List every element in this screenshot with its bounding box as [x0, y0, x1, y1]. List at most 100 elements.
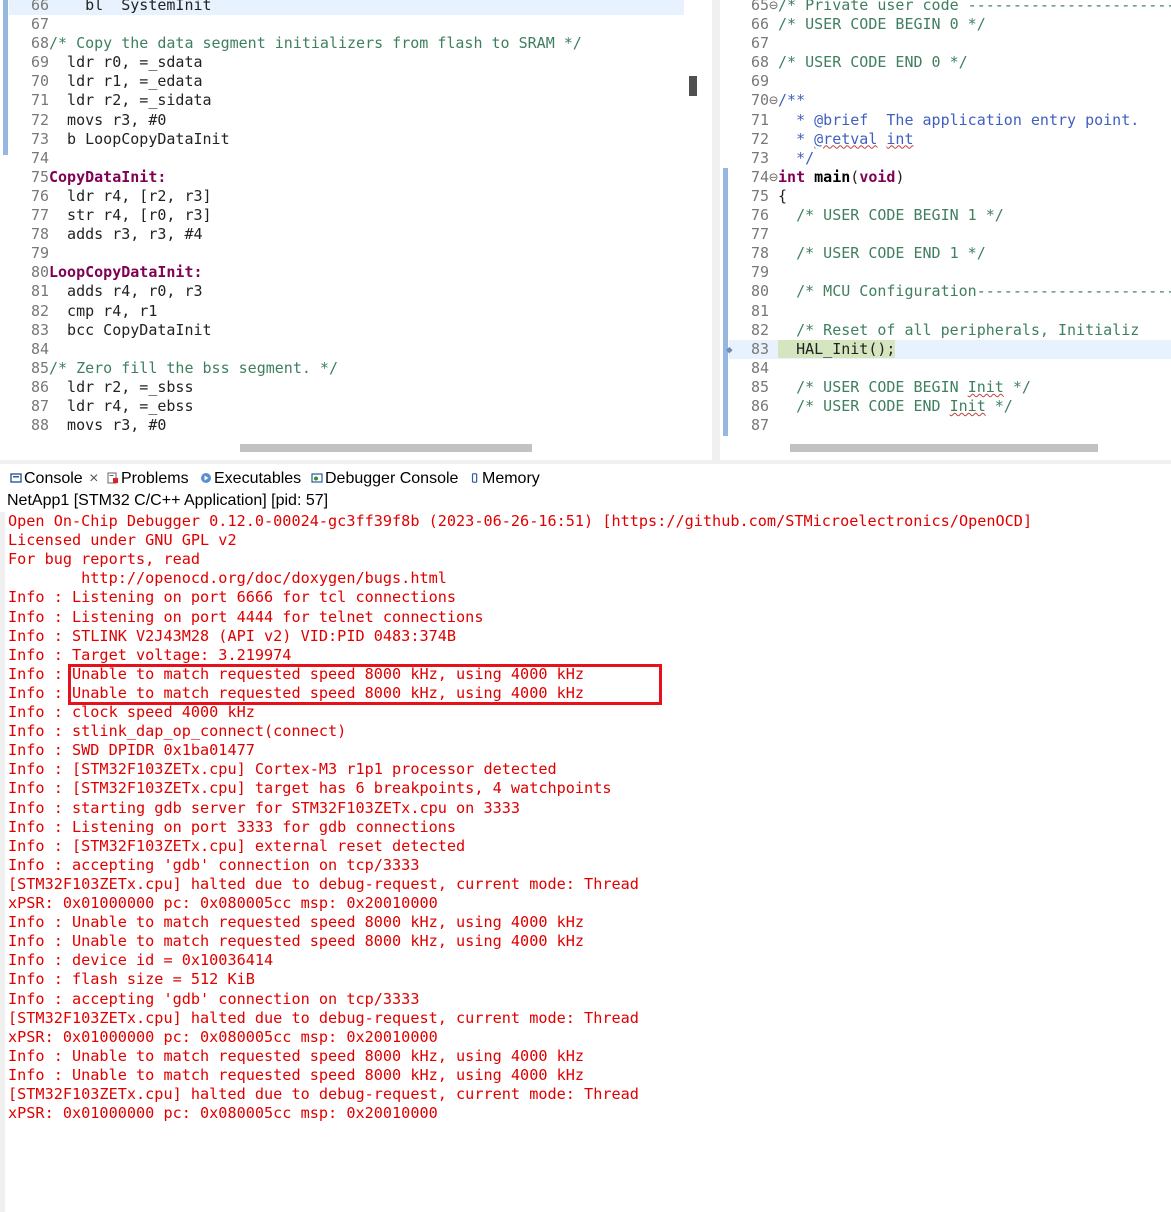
memory-icon: [471, 473, 478, 483]
tab-debugger-console[interactable]: Debugger Console: [311, 469, 458, 489]
view-sash[interactable]: [0, 460, 1171, 464]
code-line-82: 82 /* Reset of all peripherals, Initiali…: [750, 320, 1140, 339]
console-line: Info : Unable to match requested speed 8…: [8, 913, 585, 932]
console-line: Info : [STM32F103ZETx.cpu] Cortex-M3 r1p…: [8, 760, 557, 779]
console-line: Info : Unable to match requested speed 8…: [8, 1046, 585, 1065]
console-line: For bug reports, read: [8, 550, 201, 569]
console-line: [STM32F103ZETx.cpu] halted due to debug-…: [8, 1008, 639, 1027]
console-line: Info : Unable to match requested speed 8…: [8, 1065, 585, 1084]
code-line-73: 73 */: [750, 148, 815, 167]
code-line-68: 68 /* USER CODE END 0 */: [750, 53, 968, 72]
code-line-80: 80LoopCopyDataInit:: [30, 263, 203, 282]
code-line-70: 70⊖/**: [750, 91, 806, 110]
code-line-74: 74: [30, 148, 49, 167]
code-line-75: 75 {: [750, 186, 788, 205]
console-line: [STM32F103ZETx.cpu] halted due to debug-…: [8, 1085, 639, 1103]
debugger-console-icon: [311, 473, 323, 483]
close-icon[interactable]: ×: [89, 470, 98, 487]
code-line-71: 71 * @brief The application entry point.: [750, 110, 1140, 129]
code-line-72: 72 * @retval int: [750, 129, 914, 148]
code-line-69: 69: [750, 72, 769, 91]
code-line-86: 86 /* USER CODE END Init */: [750, 396, 1013, 415]
console-line: Open On-Chip Debugger 0.12.0-00024-gc3ff…: [8, 512, 1033, 530]
console-line: http://openocd.org/doc/doxygen/bugs.html: [8, 569, 447, 588]
console-output[interactable]: Open On-Chip Debugger 0.12.0-00024-gc3ff…: [0, 512, 1171, 1212]
console-line: Info : Unable to match requested speed 8…: [8, 932, 585, 951]
console-line: Info : [STM32F103ZETx.cpu] external rese…: [8, 836, 466, 855]
code-line-65: 65⊖/* Private user code ----------------…: [750, 0, 1171, 14]
console-line: Info : accepting 'gdb' connection on tcp…: [8, 989, 420, 1008]
tab-console[interactable]: Console ×: [10, 469, 99, 489]
console-line: Info : STLINK V2J43M28 (API v2) VID:PID …: [8, 626, 457, 645]
code-line-70: 70 ldr r1, =_edata: [30, 72, 203, 91]
code-lines-left[interactable]: 66 bl SystemInit 67 68/* Copy the data seg…: [9, 0, 684, 435]
highlight-annotation-box: [68, 664, 662, 705]
console-icon: [10, 473, 22, 483]
code-line-76: 76 ldr r4, [r2, r3]: [30, 186, 212, 205]
console-line: Info : SWD DPIDR 0x1ba01477: [8, 741, 255, 760]
console-line: Info : stlink_dap_op_connect(connect): [8, 722, 347, 741]
console-line: Info : Target voltage: 3.219974: [8, 645, 292, 664]
code-line-66: 66 /* USER CODE BEGIN 0 */: [750, 15, 986, 34]
executables-icon: [201, 473, 211, 483]
editor-main-c[interactable]: 65⊖/* Private user code ----------------…: [720, 0, 1171, 460]
code-line-79: 79: [750, 263, 769, 282]
console-line: Info : accepting 'gdb' connection on tcp…: [8, 855, 420, 874]
console-line: Info : clock speed 4000 kHz: [8, 703, 255, 721]
code-line-84: 84: [750, 358, 769, 377]
code-line-83-current: ◆ 83 HAL_Init();: [726, 339, 1171, 359]
code-line-76: 76 /* USER CODE BEGIN 1 */: [750, 206, 1004, 225]
code-line-78: 78 adds r3, r3, #4: [30, 225, 203, 244]
editor-right-hscroll[interactable]: [790, 444, 1098, 452]
editor-left-vscroll[interactable]: [688, 0, 698, 440]
problems-icon: [107, 472, 118, 484]
code-line-87: 87: [750, 416, 769, 435]
overview-ruler-right: [720, 0, 729, 460]
code-line-72: 72 movs r3, #0: [30, 110, 167, 129]
console-line: xPSR: 0x01000000 pc: 0x080005cc msp: 0x2…: [8, 894, 438, 912]
console-line: Info : flash size = 512 KiB: [8, 970, 255, 989]
overview-ruler-left: [0, 0, 9, 460]
code-line-73: 73 b LoopCopyDataInit: [30, 129, 230, 148]
code-line-87: 87 ldr r4, =_ebss: [30, 396, 194, 415]
code-line-66: 66 bl SystemInit: [9, 0, 684, 16]
code-line-69: 69 ldr r0, =_sdata: [30, 53, 203, 72]
code-line-81: 81 adds r4, r0, r3: [30, 282, 203, 301]
editor-startup-asm[interactable]: 66 bl SystemInit 67 68/* Copy the data seg…: [0, 0, 712, 460]
debug-marker-icon: ◆: [726, 342, 733, 356]
console-line: Info : starting gdb server for STM32F103…: [8, 798, 521, 817]
code-line-79: 79: [30, 244, 49, 263]
console-line: Info : device id = 0x10036414: [8, 951, 274, 970]
code-line-80: 80 /* MCU Configuration-----------------…: [750, 282, 1171, 301]
console-line: [STM32F103ZETx.cpu] halted due to debug-…: [8, 874, 639, 893]
console-line: Info : Listening on port 6666 for tcl co…: [8, 588, 457, 607]
tab-problems[interactable]: Problems: [107, 469, 189, 489]
code-lines-right[interactable]: 65⊖/* Private user code ----------------…: [726, 0, 1171, 435]
code-line-88: 88 movs r3, #0: [30, 416, 167, 435]
console-line: Info : Listening on port 3333 for gdb co…: [8, 817, 457, 836]
code-line-85: 85/* Zero fill the bss segment. */: [30, 358, 338, 377]
editor-left-hscroll[interactable]: [240, 444, 532, 452]
code-line-86: 86 ldr r2, =_sbss: [30, 377, 194, 396]
code-line-85: 85 /* USER CODE BEGIN Init */: [750, 377, 1031, 396]
tab-memory[interactable]: Memory: [470, 469, 540, 489]
console-process-title: NetApp1 [STM32 C/C++ Application] [pid: …: [7, 492, 329, 509]
console-tabbar: Console × Problems Executables Debugger …: [0, 468, 1171, 490]
code-line-83: 83 bcc CopyDataInit: [30, 320, 212, 339]
console-line: xPSR: 0x01000000 pc: 0x080005cc msp: 0x2…: [8, 1027, 438, 1046]
code-line-67: 67: [30, 15, 49, 34]
tab-executables[interactable]: Executables: [200, 469, 301, 489]
console-line: Info : Listening on port 4444 for telnet…: [8, 607, 484, 626]
code-line-77: 77 str r4, [r0, r3]: [30, 206, 212, 225]
code-line-78: 78 /* USER CODE END 1 */: [750, 244, 986, 263]
code-line-81: 81: [750, 301, 769, 320]
code-line-71: 71 ldr r2, =_sidata: [30, 91, 212, 110]
console-line: Licensed under GNU GPL v2: [8, 531, 237, 550]
code-line-77: 77: [750, 225, 769, 244]
code-line-67: 67: [750, 34, 769, 53]
code-line-84: 84: [30, 339, 49, 358]
editor-sash[interactable]: [712, 0, 720, 460]
code-line-75: 75CopyDataInit:: [30, 167, 167, 186]
console-line: Info : [STM32F103ZETx.cpu] target has 6 …: [8, 779, 612, 798]
code-line-68: 68/* Copy the data segment initializers …: [30, 34, 582, 53]
